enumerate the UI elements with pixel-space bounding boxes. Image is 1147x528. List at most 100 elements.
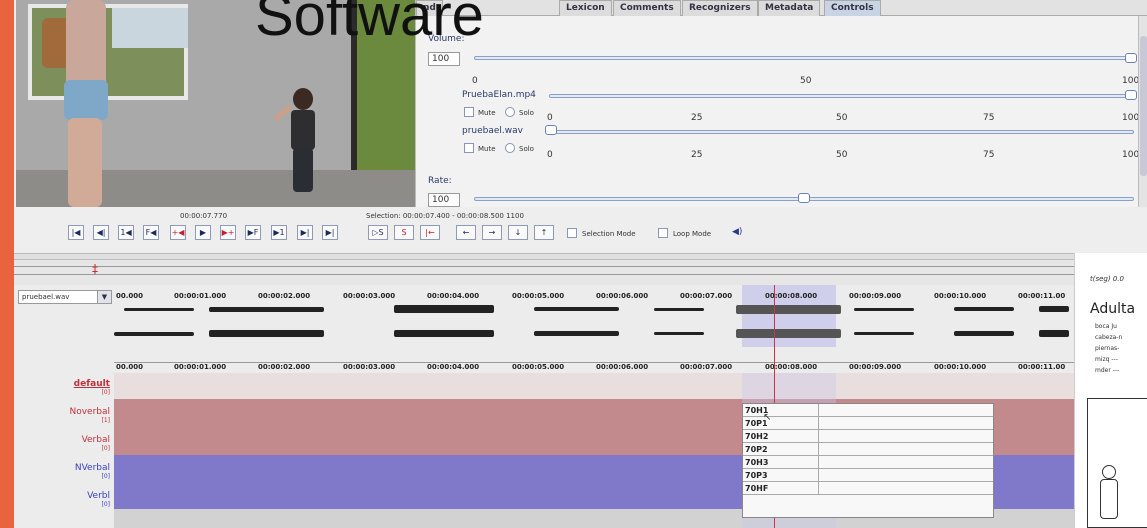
- tier-label-verbal[interactable]: Verbal: [14, 435, 114, 445]
- tier-row-default[interactable]: [114, 373, 1074, 399]
- tab-recognizers[interactable]: Recognizers: [682, 0, 758, 16]
- tier-ruler: [114, 355, 1074, 363]
- media1-tick: 75: [983, 113, 995, 123]
- time-label: 00:00:04.000: [427, 292, 480, 300]
- play-button[interactable]: ▶: [195, 225, 211, 240]
- tier-label-noverbal[interactable]: Noverbal: [14, 407, 114, 417]
- time-label: 00:00:11.00: [1018, 292, 1066, 300]
- media2-solo-radio[interactable]: [505, 143, 515, 153]
- figure-body-icon: [1100, 479, 1118, 519]
- media2-volume-slider[interactable]: [549, 130, 1134, 134]
- tab-comments[interactable]: Comments: [613, 0, 681, 16]
- time-label: 00:00:01.000: [174, 292, 227, 300]
- list-item[interactable]: 70P1: [743, 417, 993, 430]
- controls-scrollbar[interactable]: [1138, 16, 1147, 207]
- tier-count: [0]: [101, 445, 111, 452]
- tab-metadata[interactable]: Metadata: [758, 0, 821, 16]
- speaker-icon[interactable]: ◀): [732, 227, 742, 237]
- doc-header: t(seg) 0.0: [1090, 275, 1124, 283]
- mouse-pointer-icon: ↖: [763, 412, 772, 423]
- tier-count: [0]: [101, 501, 111, 508]
- time-label: 00:00:05.000: [512, 292, 565, 300]
- mute-label: Mute: [478, 109, 496, 117]
- previous-second-button[interactable]: 1◀: [118, 225, 134, 240]
- previous-frame-button[interactable]: F◀: [143, 225, 159, 240]
- annotation-value-dropdown[interactable]: 70H1 70P1 70H2 70P2 70H3 70P3 70HF ↖: [742, 403, 994, 518]
- tab-controls[interactable]: Controls: [824, 0, 881, 16]
- media1-volume-slider[interactable]: [549, 94, 1134, 98]
- video-child: [273, 88, 321, 198]
- time-label: 00.000: [116, 363, 144, 371]
- media2-tick: 75: [983, 150, 995, 160]
- tier-count: [0]: [101, 473, 111, 480]
- list-item[interactable]: 70HF: [743, 482, 993, 495]
- previous-scrollview-button[interactable]: ◀|: [93, 225, 109, 240]
- doc-figure: [1087, 398, 1147, 528]
- tier-down-button[interactable]: ↓: [508, 225, 528, 240]
- time-label: 00:00:07.000: [680, 292, 733, 300]
- doc-line: mizq ---: [1095, 356, 1118, 363]
- next-scrollview-button[interactable]: ▶|: [297, 225, 313, 240]
- doc-line: boca Ju: [1095, 323, 1117, 330]
- media2-label: pruebael.wav: [462, 126, 523, 136]
- volume-slider[interactable]: [474, 56, 1134, 60]
- audio-file-name: pruebael.wav: [22, 293, 70, 301]
- next-pixel-button[interactable]: ▶+: [220, 225, 236, 240]
- list-item[interactable]: 70H1: [743, 404, 993, 417]
- loop-mode-checkbox[interactable]: [658, 228, 668, 238]
- volume-input[interactable]: 100: [428, 52, 460, 66]
- media2-mute-checkbox[interactable]: [464, 143, 474, 153]
- media1-tick: 0: [547, 113, 553, 123]
- list-item[interactable]: 70H3: [743, 456, 993, 469]
- splitter[interactable]: [14, 253, 1147, 260]
- timeline-ruler[interactable]: ‡: [14, 260, 1074, 285]
- volume-tick: 100: [1122, 76, 1140, 86]
- scrollbar-knob[interactable]: [1140, 36, 1147, 176]
- video-window-left: [28, 4, 188, 100]
- time-label: 00:00:08.000: [765, 292, 818, 300]
- annotation-tiers: 00.000 00:00:01.000 00:00:02.000 00:00:0…: [14, 347, 1074, 528]
- list-item[interactable]: 70P2: [743, 443, 993, 456]
- time-label: 00:00:10.000: [934, 292, 987, 300]
- go-to-begin-button[interactable]: |◀: [68, 225, 84, 240]
- list-item[interactable]: 70P3: [743, 469, 993, 482]
- time-label: 00:00:03.000: [343, 363, 396, 371]
- time-label: 00.000: [116, 292, 144, 300]
- doc-line: cabeza-n: [1095, 334, 1123, 341]
- tier-up-button[interactable]: ↑: [534, 225, 554, 240]
- clear-selection-button[interactable]: S: [394, 225, 414, 240]
- mute-label: Mute: [478, 145, 496, 153]
- list-item[interactable]: 70H2: [743, 430, 993, 443]
- media1-mute-checkbox[interactable]: [464, 107, 474, 117]
- tier-label-verbl[interactable]: Verbl: [14, 491, 114, 501]
- solo-label: Solo: [519, 109, 534, 117]
- prev-annotation-button[interactable]: ←: [456, 225, 476, 240]
- elan-window: nd Lexicon Comments Recognizers Metadata…: [14, 0, 1147, 528]
- loop-mode-label: Loop Mode: [673, 230, 712, 238]
- rate-input[interactable]: 100: [428, 193, 460, 207]
- media2-slider-thumb[interactable]: [545, 125, 557, 135]
- media1-slider-thumb[interactable]: [1125, 90, 1137, 100]
- tier-label-default[interactable]: default: [14, 379, 114, 389]
- tier-label-nverbal[interactable]: NVerbal: [14, 463, 114, 473]
- play-selection-button[interactable]: ▷S: [368, 225, 388, 240]
- go-to-end-button[interactable]: ▶|: [322, 225, 338, 240]
- to-selection-begin-button[interactable]: |←: [420, 225, 440, 240]
- next-frame-button[interactable]: ▶F: [245, 225, 261, 240]
- media1-solo-radio[interactable]: [505, 107, 515, 117]
- time-label: 00:00:09.000: [849, 363, 902, 371]
- time-label: 00:00:04.000: [427, 363, 480, 371]
- previous-pixel-button[interactable]: +◀: [170, 225, 186, 240]
- audio-file-dropdown[interactable]: pruebael.wav ▼: [18, 290, 112, 304]
- waveform-viewer[interactable]: pruebael.wav ▼ 00.000 00:00:01.000 00:00:…: [14, 285, 1074, 347]
- tab-lexicon[interactable]: Lexicon: [559, 0, 612, 16]
- time-label: 00:00:01.000: [174, 363, 227, 371]
- next-annotation-button[interactable]: →: [482, 225, 502, 240]
- next-second-button[interactable]: ▶1: [271, 225, 287, 240]
- rate-slider-thumb[interactable]: [798, 193, 810, 203]
- crosshair-marker-icon[interactable]: ‡: [92, 262, 102, 278]
- media1-label: PruebaElan.mp4: [462, 90, 536, 100]
- volume-slider-thumb[interactable]: [1125, 53, 1137, 63]
- playhead-cursor: [774, 285, 775, 347]
- selection-mode-checkbox[interactable]: [567, 228, 577, 238]
